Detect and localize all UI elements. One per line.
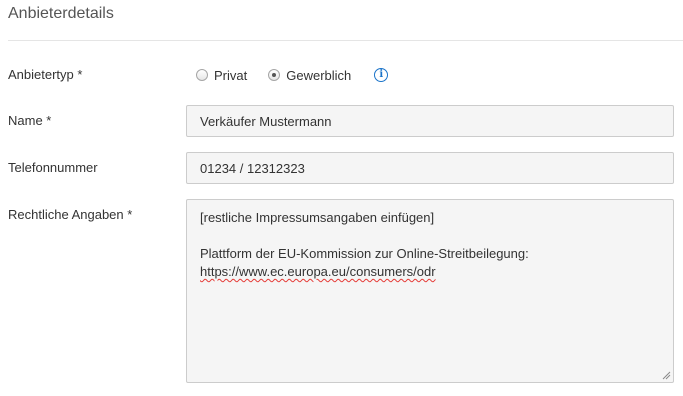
radio-gewerblich-label[interactable]: Gewerblich [286,68,351,83]
radio-privat[interactable] [196,69,208,81]
section-title: Anbieterdetails [8,5,114,22]
legal-label: Rechtliche Angaben * [8,207,133,222]
radio-privat-label[interactable]: Privat [214,68,247,83]
legal-text-line: https://www.ec.europa.eu/consumers/odr [200,263,660,281]
name-label: Name * [8,113,52,128]
legal-url: https://www.ec.europa.eu/consumers/odr [200,264,436,279]
legal-text-line [200,227,660,245]
provider-type-radio-group: Privat Gewerblich i [196,66,389,84]
name-input[interactable] [186,105,674,137]
radio-gewerblich[interactable] [268,69,281,81]
provider-type-label: Anbietertyp * [8,67,83,82]
legal-text-line: Plattform der EU-Kommission zur Online-S… [200,246,529,261]
info-icon[interactable]: i [374,68,389,82]
section-divider [8,40,683,41]
legal-text-line: [restliche Impressumsangaben einfügen] [200,210,435,225]
phone-label: Telefonnummer [8,160,98,175]
phone-input[interactable] [186,152,674,184]
legal-textarea[interactable]: [restliche Impressumsangaben einfügen] P… [186,199,674,383]
resize-grip-icon[interactable] [662,371,671,380]
